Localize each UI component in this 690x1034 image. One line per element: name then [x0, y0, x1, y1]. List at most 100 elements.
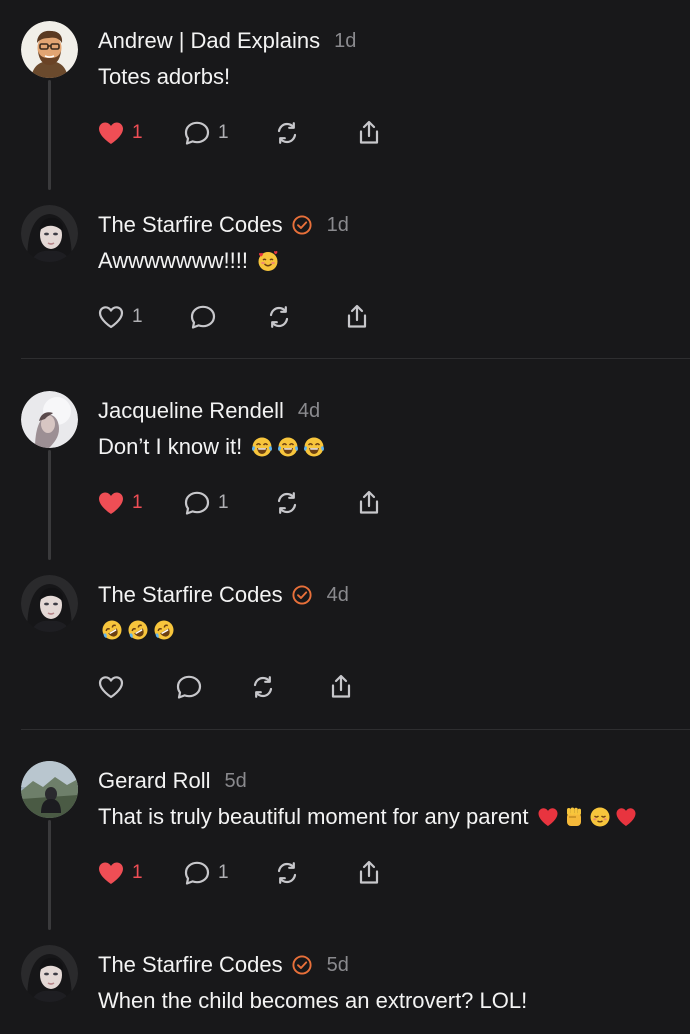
- woman-portrait-avatar: [21, 205, 78, 262]
- like-count: 1: [132, 122, 143, 143]
- tears-of-joy-icon: [276, 435, 300, 459]
- landscape-person-avatar: [21, 761, 78, 818]
- avatar[interactable]: [21, 205, 78, 262]
- comment-text-content: When the child becomes an extrovert? LOL…: [98, 988, 528, 1013]
- post-header: The Starfire Codes 1d: [98, 210, 349, 240]
- repost-icon: [272, 488, 302, 518]
- author-name[interactable]: The Starfire Codes: [98, 212, 283, 238]
- avatar[interactable]: [21, 21, 78, 78]
- timestamp[interactable]: 1d: [327, 214, 349, 237]
- timestamp[interactable]: 5d: [327, 954, 349, 977]
- comment-text: Awwwwwww!!!!: [98, 248, 280, 274]
- timestamp[interactable]: 1d: [334, 30, 356, 53]
- thread-line: [48, 450, 51, 560]
- like-count: 1: [132, 492, 143, 513]
- woman-portrait-avatar: [21, 575, 78, 632]
- reply-bubble-icon: [182, 488, 212, 518]
- timestamp[interactable]: 4d: [327, 584, 349, 607]
- comment-text: [98, 618, 176, 642]
- red-heart-icon: [614, 805, 638, 829]
- like-button[interactable]: 1: [96, 486, 143, 520]
- author-name[interactable]: The Starfire Codes: [98, 952, 283, 978]
- repost-icon: [272, 858, 302, 888]
- verified-badge-icon: [291, 954, 313, 976]
- action-bar: 11: [96, 116, 396, 150]
- reply-button[interactable]: 1: [182, 116, 229, 150]
- post-header: The Starfire Codes 5d: [98, 950, 349, 980]
- rolling-on-floor-laughing-icon: [152, 618, 176, 642]
- reply-bubble-icon: [182, 858, 212, 888]
- like-button[interactable]: 1: [96, 856, 143, 890]
- share-icon: [354, 488, 384, 518]
- repost-icon: [272, 118, 302, 148]
- heart-filled-icon: [96, 488, 126, 518]
- post-header: The Starfire Codes 4d: [98, 580, 349, 610]
- verified-badge-icon: [291, 214, 313, 236]
- reply-button[interactable]: 1: [182, 856, 229, 890]
- avatar[interactable]: [21, 575, 78, 632]
- woman-portrait-avatar: [21, 945, 78, 1002]
- comment-text-content: Don’t I know it!: [98, 434, 243, 459]
- share-icon: [342, 302, 372, 332]
- author-name[interactable]: Jacqueline Rendell: [98, 398, 284, 424]
- like-button[interactable]: [96, 670, 126, 704]
- cartoon-man-avatar: [21, 21, 78, 78]
- repost-button[interactable]: [264, 300, 294, 334]
- thread-line: [48, 80, 51, 190]
- action-bar: [96, 670, 396, 704]
- reply-button[interactable]: [174, 670, 204, 704]
- reply-button[interactable]: 1: [182, 486, 229, 520]
- tears-of-joy-icon: [302, 435, 326, 459]
- comment-text: When the child becomes an extrovert? LOL…: [98, 988, 527, 1014]
- relieved-face-icon: [588, 805, 612, 829]
- repost-button[interactable]: [272, 116, 302, 150]
- tears-of-joy-icon: [250, 435, 274, 459]
- repost-button[interactable]: [272, 486, 302, 520]
- repost-button[interactable]: [248, 670, 278, 704]
- light-portrait-avatar: [21, 391, 78, 448]
- like-button[interactable]: 1: [96, 116, 143, 150]
- rolling-on-floor-laughing-icon: [100, 618, 124, 642]
- verified-badge-icon: [291, 584, 313, 606]
- share-button[interactable]: [354, 486, 384, 520]
- reply-bubble-icon: [182, 118, 212, 148]
- comment-text-content: Totes adorbs!: [98, 64, 231, 89]
- like-count: 1: [132, 306, 143, 327]
- comment-text: Don’t I know it!: [98, 434, 326, 460]
- heart-icon: [96, 672, 126, 702]
- smiling-face-with-hearts-icon: [256, 249, 280, 273]
- timestamp[interactable]: 5d: [224, 770, 246, 793]
- reply-count: 1: [218, 862, 229, 883]
- comment-text: Totes adorbs!: [98, 64, 230, 90]
- repost-button[interactable]: [272, 856, 302, 890]
- post-header: Jacqueline Rendell 4d: [98, 396, 320, 426]
- reply-count: 1: [218, 492, 229, 513]
- divider: [21, 729, 690, 730]
- timestamp[interactable]: 4d: [298, 400, 320, 423]
- repost-icon: [264, 302, 294, 332]
- author-name[interactable]: Andrew | Dad Explains: [98, 28, 320, 54]
- author-name[interactable]: The Starfire Codes: [98, 582, 283, 608]
- share-button[interactable]: [342, 300, 372, 334]
- share-button[interactable]: [326, 670, 356, 704]
- share-icon: [326, 672, 356, 702]
- post-header: Gerard Roll 5d: [98, 766, 247, 796]
- reply-count: 1: [218, 122, 229, 143]
- reply-bubble-icon: [188, 302, 218, 332]
- reply-button[interactable]: [188, 300, 218, 334]
- avatar[interactable]: [21, 761, 78, 818]
- avatar[interactable]: [21, 391, 78, 448]
- thread-line: [48, 820, 51, 930]
- comment-text-content: That is truly beautiful moment for any p…: [98, 804, 529, 829]
- red-heart-icon: [536, 805, 560, 829]
- share-button[interactable]: [354, 856, 384, 890]
- action-bar: 1: [96, 300, 396, 334]
- heart-filled-icon: [96, 118, 126, 148]
- like-button[interactable]: 1: [96, 300, 143, 334]
- author-name[interactable]: Gerard Roll: [98, 768, 210, 794]
- avatar[interactable]: [21, 945, 78, 1002]
- share-button[interactable]: [354, 116, 384, 150]
- divider: [21, 358, 690, 359]
- comment-text: That is truly beautiful moment for any p…: [98, 804, 638, 830]
- comment-feed: Andrew | Dad Explains 1d Totes adorbs! 1 1 Th…: [0, 0, 690, 1034]
